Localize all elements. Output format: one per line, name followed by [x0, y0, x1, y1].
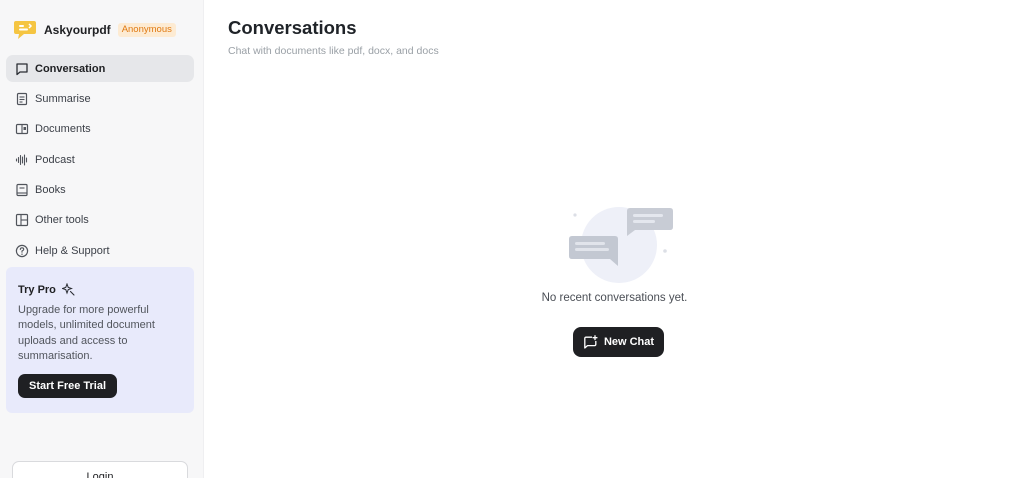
brand[interactable]: Askyourpdf Anonymous: [13, 18, 176, 42]
new-chat-button[interactable]: New Chat: [573, 327, 664, 357]
sidebar-item-label: Documents: [35, 123, 91, 136]
sidebar-item-help-support[interactable]: Help & Support: [6, 237, 194, 264]
sidebar: Askyourpdf Anonymous Conversation Summar…: [0, 0, 204, 478]
document-lines-icon: [15, 92, 29, 106]
sidebar-item-label: Podcast: [35, 153, 75, 166]
sidebar-item-label: Books: [35, 184, 66, 197]
sidebar-item-label: Conversation: [35, 62, 106, 75]
book-icon: [15, 183, 29, 197]
main-content: Conversations Chat with documents like p…: [205, 0, 1024, 478]
sidebar-item-label: Help & Support: [35, 244, 110, 257]
sparkle-icon: [61, 283, 75, 296]
new-chat-label: New Chat: [603, 336, 655, 348]
sidebar-item-other-tools[interactable]: Other tools: [6, 207, 194, 234]
sidebar-item-label: Summarise: [35, 92, 91, 105]
try-pro-description: Upgrade for more powerful models, unlimi…: [18, 304, 155, 362]
help-circle-icon: [15, 244, 29, 258]
sidebar-item-conversation[interactable]: Conversation: [6, 55, 194, 82]
new-chat-icon: [584, 334, 598, 349]
try-pro-label: Try Pro: [18, 283, 56, 296]
chat-bubble-icon: [15, 62, 29, 76]
empty-state-message: No recent conversations yet.: [541, 292, 688, 304]
sidebar-item-podcast[interactable]: Podcast: [6, 146, 194, 173]
sidebar-item-label: Other tools: [35, 214, 89, 227]
book-open-icon: [15, 122, 29, 136]
try-pro-title: Try Pro: [18, 283, 182, 296]
sidebar-item-books[interactable]: Books: [6, 177, 194, 204]
page-subtitle: Chat with documents like pdf, docx, and …: [228, 45, 439, 57]
sidebar-item-documents[interactable]: Documents: [6, 116, 194, 143]
anonymous-badge: Anonymous: [117, 22, 176, 38]
brand-name: Askyourpdf: [44, 23, 111, 37]
try-pro-card: Try Pro Upgrade for more powerful models…: [6, 267, 194, 413]
start-free-trial-button[interactable]: Start Free Trial: [18, 374, 118, 398]
page-title: Conversations: [228, 17, 357, 38]
sidebar-item-summarise[interactable]: Summarise: [6, 85, 194, 112]
chat-bubbles-illustration-icon: [563, 203, 675, 285]
login-button[interactable]: Login: [12, 461, 188, 478]
layout-grid-icon: [15, 213, 29, 227]
sidebar-nav: Conversation Summarise Documents Podcast…: [6, 55, 194, 268]
waveform-icon: [15, 153, 29, 167]
askyourpdf-logo-icon: [13, 19, 37, 41]
